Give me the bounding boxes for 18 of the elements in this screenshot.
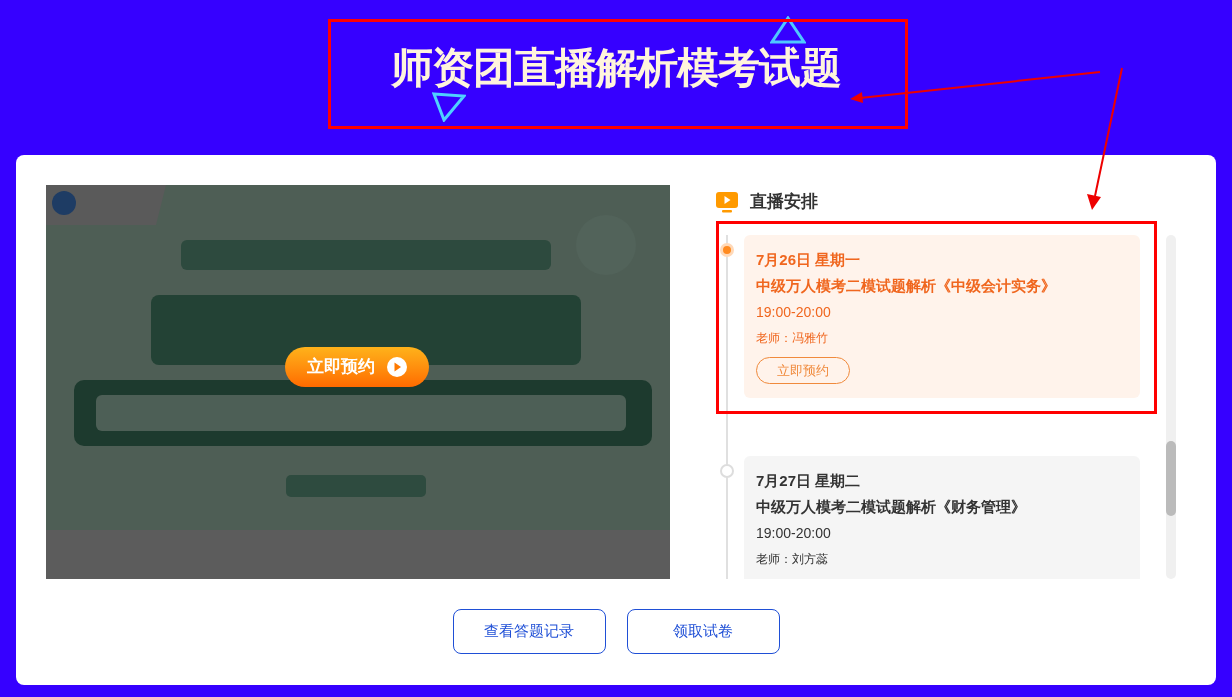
page-title: 师资团直播解析模考试题 — [390, 43, 842, 93]
scrollbar-thumb[interactable] — [1166, 441, 1176, 516]
schedule-card[interactable]: 7月27日 星期二 中级万人模考二模试题解析《财务管理》 19:00-20:00 老师：刘方蕊 — [744, 456, 1140, 579]
outline-button[interactable]: 领取试卷 — [626, 609, 780, 654]
section-title: 直播安排 — [750, 191, 818, 214]
schedule-teacher: 老师：冯雅竹 — [756, 330, 828, 347]
triangle-icon — [770, 16, 806, 44]
outline-button[interactable]: 查看答题记录 — [452, 609, 606, 654]
schedule-date: 7月27日 星期二 — [756, 471, 861, 491]
schedule-time: 19:00-20:00 — [756, 524, 831, 543]
schedule-date: 7月26日 星期一 — [756, 250, 861, 270]
schedule-title: 中级万人模考二模试题解析《中级会计实务》 — [756, 276, 1056, 296]
schedule-teacher: 老师：刘方蕊 — [756, 551, 828, 568]
play-icon — [387, 357, 407, 377]
schedule-title: 中级万人模考二模试题解析《财务管理》 — [756, 497, 1026, 517]
schedule-time: 19:00-20:00 — [756, 303, 831, 322]
tv-play-icon — [716, 191, 738, 213]
triangle-icon — [432, 92, 466, 122]
